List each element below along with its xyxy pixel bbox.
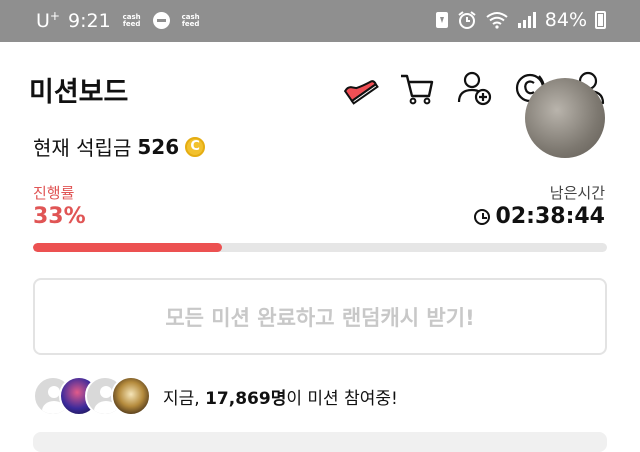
cashfeed-notification-icon: cash feed [122, 12, 141, 28]
do-not-disturb-icon [152, 12, 170, 29]
progress-bar [33, 243, 607, 252]
cashfeed-notification-icon-2: cash feed [181, 12, 200, 28]
carrier-label: U+ [36, 9, 60, 32]
battery-percent: 84% [544, 9, 587, 31]
progress-value: 33% [33, 204, 86, 229]
progress-bar-fill [33, 243, 223, 252]
reward-button-label: 모든 미션 완료하고 랜덤캐시 받기! [165, 305, 475, 330]
remaining-time: 02:38:44 [473, 204, 605, 229]
points-summary: 현재 석립금 526 C [33, 132, 206, 161]
points-value: 526 [137, 134, 180, 159]
shoe-icon[interactable] [340, 68, 380, 108]
alarm-icon [458, 11, 476, 29]
participants-row: 지금, 17,869명이 미션 참여중! [33, 376, 398, 416]
status-bar: U+ 9:21 cash feed cash feed 84% [0, 0, 640, 42]
clock-time: 9:21 [67, 9, 111, 32]
remaining-time-label: 남은시간 [549, 184, 605, 202]
signal-icon [517, 12, 536, 28]
wifi-icon [486, 12, 508, 29]
mission-card[interactable] [33, 432, 607, 452]
coin-icon: C [185, 136, 206, 157]
participants-text: 지금, 17,869명이 미션 참여중! [163, 384, 398, 409]
battery-icon [595, 11, 606, 29]
participants-count: 17,869명 [205, 388, 287, 409]
user-avatar[interactable] [525, 78, 605, 158]
page-title: 미션보드 [29, 77, 129, 108]
add-friend-icon[interactable] [455, 68, 495, 108]
clock-icon [473, 208, 490, 225]
remaining-time-value: 02:38:44 [495, 204, 605, 229]
points-label: 현재 석립금 [33, 136, 132, 160]
participants-prefix: 지금, [163, 388, 200, 409]
random-cash-reward-button[interactable]: 모든 미션 완료하고 랜덤캐시 받기! [33, 278, 607, 355]
lock-app-icon [435, 12, 448, 28]
participants-suffix: 이 미션 참여중! [286, 388, 398, 409]
avatar [111, 376, 151, 416]
cart-icon[interactable] [397, 68, 437, 108]
progress-label: 진행률 [33, 184, 75, 202]
